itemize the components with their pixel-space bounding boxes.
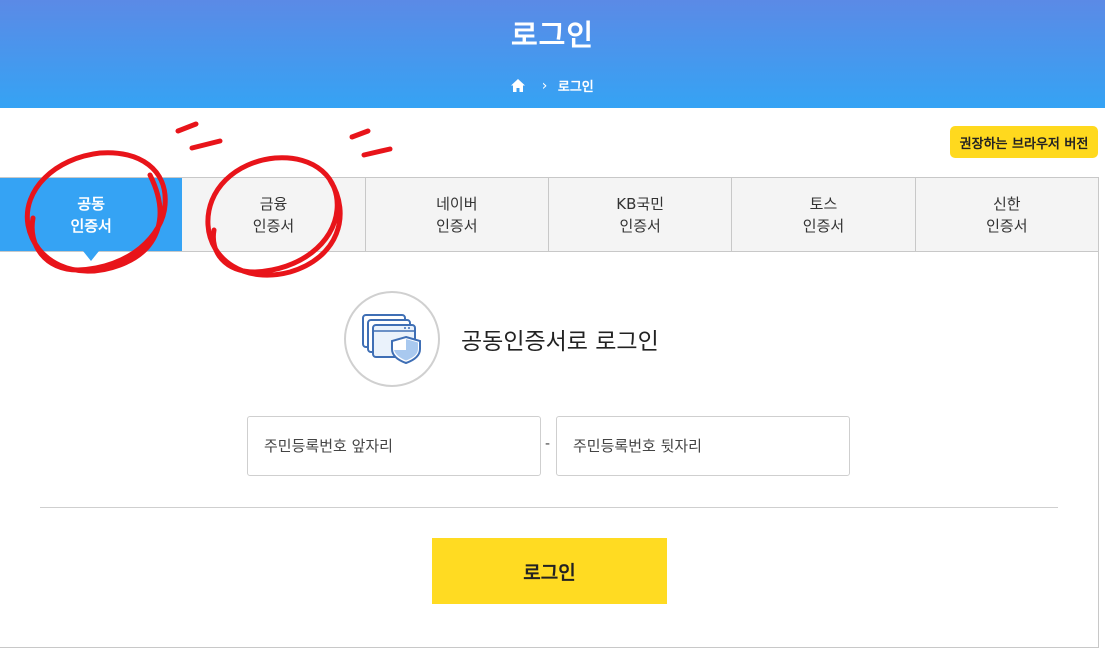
tab-label: KB국민 — [616, 194, 665, 213]
resident-number-front-input[interactable] — [247, 416, 541, 476]
tab-joint-certificate[interactable]: 공동 인증서 — [0, 178, 183, 261]
auth-tabs: 공동 인증서 금융 인증서 네이버 인증서 KB국민 인증서 토스 인증서 신한… — [0, 177, 1099, 261]
tab-naver-certificate[interactable]: 네이버 인증서 — [365, 178, 549, 251]
tab-financial-certificate[interactable]: 금융 인증서 — [182, 178, 366, 251]
login-button[interactable]: 로그인 — [432, 538, 667, 604]
tab-label: 인증서 — [802, 216, 845, 235]
tab-label: 토스 — [809, 194, 838, 213]
annotation-dash — [175, 121, 199, 134]
chevron-right-icon: › — [541, 77, 548, 94]
divider — [40, 507, 1058, 508]
tab-label: 인증서 — [619, 216, 661, 235]
tab-label: 신한 — [993, 194, 1021, 213]
home-icon[interactable] — [511, 79, 526, 92]
page-header: 로그인 › 로그인 — [0, 0, 1105, 108]
tab-kb-certificate[interactable]: KB국민 인증서 — [548, 178, 733, 251]
annotation-dash — [189, 138, 223, 151]
tab-toss-certificate[interactable]: 토스 인증서 — [732, 178, 916, 251]
resident-number-back-input[interactable] — [556, 416, 850, 476]
resident-number-separator: - — [545, 436, 551, 452]
tab-label: 공동 — [77, 194, 105, 213]
annotation-dash — [361, 146, 393, 158]
certificate-shield-icon — [344, 291, 440, 387]
tab-shinhan-certificate[interactable]: 신한 인증서 — [915, 178, 1099, 251]
tab-label: 인증서 — [70, 216, 112, 235]
tab-label: 금융 — [259, 194, 288, 213]
breadcrumb: › 로그인 — [0, 76, 1105, 95]
page-title: 로그인 — [510, 18, 595, 52]
recommended-browser-button[interactable]: 권장하는 브라우저 버전 — [950, 126, 1098, 158]
tab-label: 인증서 — [436, 216, 478, 235]
tab-label: 인증서 — [252, 216, 295, 235]
cert-login-title: 공동인증서로 로그인 — [461, 329, 659, 355]
annotation-dash — [349, 128, 371, 140]
tab-label: 인증서 — [986, 216, 1028, 235]
breadcrumb-current[interactable]: 로그인 — [558, 76, 594, 95]
tab-label: 네이버 — [436, 194, 478, 213]
